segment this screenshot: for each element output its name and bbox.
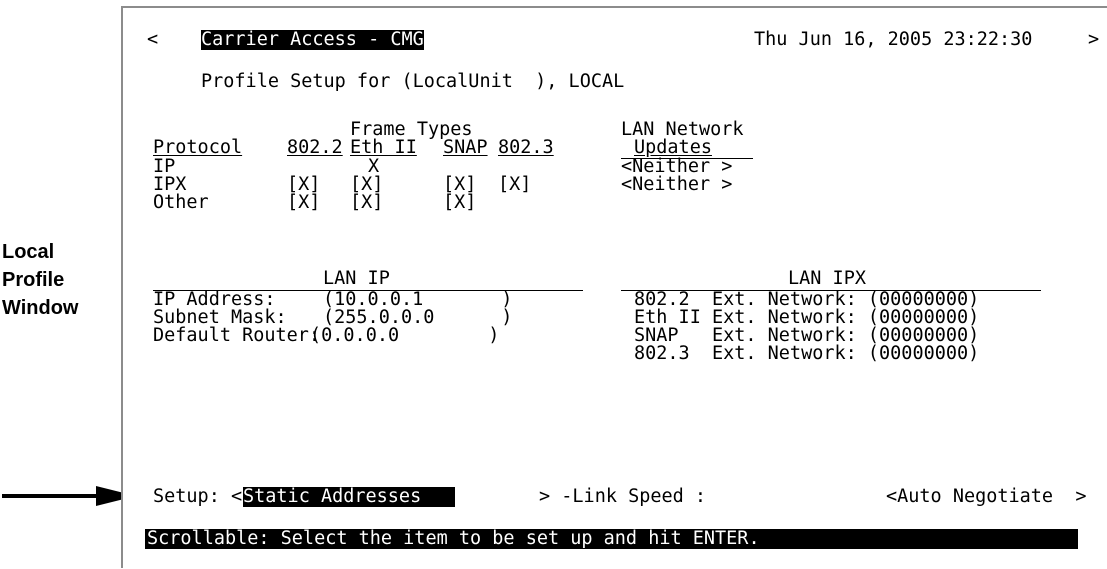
row-other-8022[interactable]: [X] — [287, 193, 320, 213]
row-other-snap[interactable]: [X] — [443, 193, 476, 213]
col-802-2: 802.2 — [287, 137, 343, 158]
lan-router-label: Default Router: — [153, 325, 321, 346]
row-other-ethii[interactable]: [X] — [350, 193, 383, 213]
row-other-name: Other — [153, 192, 209, 213]
col-802-3: 802.3 — [498, 137, 554, 158]
link-speed-label: > -Link Speed : — [539, 486, 707, 507]
col-snap: SNAP — [443, 137, 488, 158]
setup-select[interactable]: Static Addresses — [243, 487, 455, 507]
setup-label: Setup: < — [153, 486, 243, 507]
annotation-line-3: Window — [2, 297, 79, 319]
lan-ip-heading: LAN IP — [323, 268, 390, 289]
datetime: Thu Jun 16, 2005 23:22:30 — [754, 29, 1033, 50]
status-message: Scrollable: Select the item to be set up… — [147, 528, 760, 549]
updates-label: Updates — [634, 137, 712, 158]
annotation-label: Local Profile Window — [2, 240, 78, 320]
annotation-line-2: Profile — [2, 269, 65, 291]
annotation-line-1: Local — [2, 241, 55, 263]
app-title: Carrier Access - CMG — [201, 29, 424, 50]
profile-title: Profile Setup for (LocalUnit ), LOCAL — [201, 71, 625, 92]
scroll-left-caret[interactable]: < — [147, 30, 158, 50]
link-speed-select[interactable]: <Auto Negotiate > — [886, 487, 1086, 507]
row-ipx-updates[interactable]: <Neither > — [621, 175, 732, 195]
scroll-right-caret[interactable]: > — [1088, 30, 1099, 50]
col-protocol: Protocol — [153, 137, 243, 158]
lan-router-field[interactable]: (0.0.0.0 ) — [310, 326, 499, 346]
row-ipx-8023[interactable]: [X] — [498, 175, 531, 195]
lan-ipx-row-8023[interactable]: 802.3 Ext. Network: (00000000) — [634, 344, 979, 364]
lan-ipx-heading: LAN IPX — [788, 268, 866, 289]
pointer-arrow-icon — [2, 486, 136, 506]
col-eth-ii: Eth II — [350, 137, 417, 158]
